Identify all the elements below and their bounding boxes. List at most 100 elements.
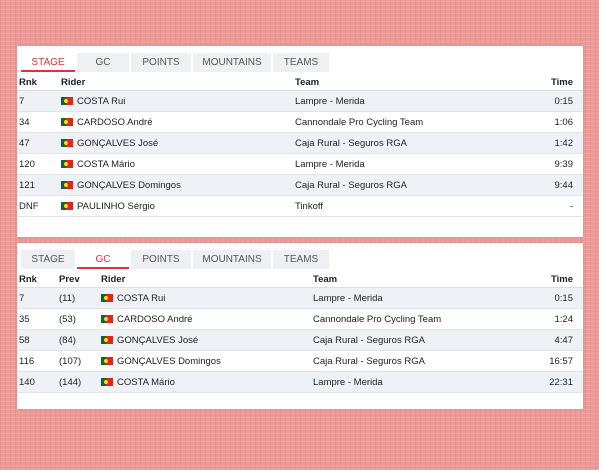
- tab-stage[interactable]: STAGE: [21, 250, 75, 269]
- rider-name[interactable]: CARDOSO André: [77, 117, 153, 128]
- team-cell[interactable]: Caja Rural - Seguros RGA: [313, 329, 513, 351]
- rider-name[interactable]: COSTA Mário: [117, 377, 175, 388]
- table-row[interactable]: 7 (11) COSTA Rui Lampre - Merida 0:15: [17, 287, 583, 309]
- team-cell[interactable]: Lampre - Merida: [313, 371, 513, 393]
- team-cell[interactable]: Caja Rural - Seguros RGA: [295, 174, 495, 196]
- team-cell[interactable]: Caja Rural - Seguros RGA: [295, 132, 495, 154]
- tab-gc[interactable]: GC: [77, 250, 129, 269]
- time-cell: 1:06: [495, 111, 583, 133]
- time-cell: 9:39: [495, 153, 583, 175]
- team-cell[interactable]: Lampre - Merida: [295, 90, 495, 112]
- tab-points[interactable]: POINTS: [131, 250, 191, 269]
- portugal-flag-icon: [101, 314, 113, 323]
- rank-cell: 34: [17, 111, 61, 133]
- time-cell: 16:57: [513, 350, 583, 372]
- rider-name[interactable]: CARDOSO André: [117, 314, 193, 325]
- portugal-flag-icon: [101, 377, 113, 386]
- team-cell[interactable]: Lampre - Merida: [295, 153, 495, 175]
- table-row[interactable]: 120 COSTA Mário Lampre - Merida 9:39: [17, 153, 583, 175]
- tab-bar: STAGE GC POINTS MOUNTAINS TEAMS: [17, 243, 583, 271]
- team-cell[interactable]: Cannondale Pro Cycling Team: [295, 111, 495, 133]
- tab-teams[interactable]: TEAMS: [273, 250, 329, 269]
- table-row[interactable]: 47 GONÇALVES José Caja Rural - Seguros RGA…: [17, 132, 583, 154]
- gc-results-panel: STAGE GC POINTS MOUNTAINS TEAMS Rnk Prev…: [17, 243, 583, 409]
- table-row[interactable]: DNF PAULINHO Sérgio Tinkoff -: [17, 195, 583, 217]
- rider-cell: GONÇALVES Domingos: [61, 174, 295, 196]
- team-cell[interactable]: Lampre - Merida: [313, 287, 513, 309]
- portugal-flag-icon: [101, 356, 113, 365]
- tab-teams[interactable]: TEAMS: [273, 53, 329, 72]
- rider-name[interactable]: GONÇALVES Domingos: [77, 180, 181, 191]
- gc-results-body: 7 (11) COSTA Rui Lampre - Merida 0:15 35 (53) C…: [17, 287, 583, 393]
- time-column-header: Time: [513, 271, 583, 288]
- team-cell[interactable]: Tinkoff: [295, 195, 495, 217]
- rank-cell: 116: [17, 350, 59, 372]
- prev-cell: (53): [59, 308, 101, 330]
- table-row[interactable]: 34 CARDOSO André Cannondale Pro Cycling Te…: [17, 111, 583, 133]
- time-column-header: Time: [495, 74, 583, 91]
- prev-cell: (107): [59, 350, 101, 372]
- rank-cell: 7: [17, 287, 59, 309]
- rider-name[interactable]: GONÇALVES José: [77, 138, 158, 149]
- time-cell: 1:42: [495, 132, 583, 154]
- rider-cell: COSTA Rui: [61, 90, 295, 112]
- table-row[interactable]: 121 GONÇALVES Domingos Caja Rural - Seguro…: [17, 174, 583, 196]
- stage-results-body: 7 COSTA Rui Lampre - Merida 0:15 34 CARDOSO A…: [17, 90, 583, 217]
- rank-cell: 120: [17, 153, 61, 175]
- prev-cell: (11): [59, 287, 101, 309]
- team-cell[interactable]: Cannondale Pro Cycling Team: [313, 308, 513, 330]
- rider-cell: PAULINHO Sérgio: [61, 195, 295, 217]
- table-header-row: Rnk Prev Rider Team Time: [17, 271, 583, 288]
- table-row[interactable]: 140 (144) COSTA Mário Lampre - Merida 22:31: [17, 371, 583, 393]
- gc-results-table: Rnk Prev Rider Team Time 7 (11) COSTA Rui L…: [17, 271, 583, 393]
- time-cell: 4:47: [513, 329, 583, 351]
- rank-cell: 35: [17, 308, 59, 330]
- time-cell: -: [495, 195, 583, 217]
- rider-name[interactable]: PAULINHO Sérgio: [77, 201, 155, 212]
- rider-name[interactable]: GONÇALVES Domingos: [117, 356, 221, 367]
- rider-cell: COSTA Rui: [101, 287, 313, 309]
- tab-mountains[interactable]: MOUNTAINS: [193, 250, 271, 269]
- rider-name[interactable]: COSTA Rui: [77, 96, 125, 107]
- portugal-flag-icon: [61, 96, 73, 105]
- team-cell[interactable]: Caja Rural - Seguros RGA: [313, 350, 513, 372]
- rider-cell: GONÇALVES José: [61, 132, 295, 154]
- time-cell: 9:44: [495, 174, 583, 196]
- prev-column-header: Prev: [59, 271, 101, 288]
- table-row[interactable]: 7 COSTA Rui Lampre - Merida 0:15: [17, 90, 583, 112]
- rank-column-header: Rnk: [17, 271, 59, 288]
- tab-gc[interactable]: GC: [77, 53, 129, 72]
- rank-cell: DNF: [17, 195, 61, 217]
- rider-cell: COSTA Mário: [61, 153, 295, 175]
- portugal-flag-icon: [61, 117, 73, 126]
- portugal-flag-icon: [61, 180, 73, 189]
- prev-cell: (84): [59, 329, 101, 351]
- time-cell: 0:15: [513, 287, 583, 309]
- rank-cell: 47: [17, 132, 61, 154]
- rider-cell: COSTA Mário: [101, 371, 313, 393]
- portugal-flag-icon: [61, 159, 73, 168]
- portugal-flag-icon: [101, 293, 113, 302]
- portugal-flag-icon: [61, 138, 73, 147]
- rider-name[interactable]: COSTA Mário: [77, 159, 135, 170]
- table-row[interactable]: 35 (53) CARDOSO André Cannondale Pro Cyclin…: [17, 308, 583, 330]
- rank-cell: 121: [17, 174, 61, 196]
- rank-cell: 7: [17, 90, 61, 112]
- table-row[interactable]: 58 (84) GONÇALVES José Caja Rural - Seguros…: [17, 329, 583, 351]
- time-cell: 1:24: [513, 308, 583, 330]
- time-cell: 0:15: [495, 90, 583, 112]
- prev-cell: (144): [59, 371, 101, 393]
- rider-cell: GONÇALVES José: [101, 329, 313, 351]
- rider-name[interactable]: COSTA Rui: [117, 293, 165, 304]
- rider-cell: GONÇALVES Domingos: [101, 350, 313, 372]
- table-row[interactable]: 116 (107) GONÇALVES Domingos Caja Rural - S…: [17, 350, 583, 372]
- team-column-header: Team: [313, 271, 513, 288]
- stage-results-table: Rnk Rider Team Time 7 COSTA Rui Lampre - M…: [17, 74, 583, 217]
- tab-stage[interactable]: STAGE: [21, 53, 75, 72]
- rider-cell: CARDOSO André: [101, 308, 313, 330]
- tab-points[interactable]: POINTS: [131, 53, 191, 72]
- tab-bar: STAGE GC POINTS MOUNTAINS TEAMS: [17, 46, 583, 74]
- rider-name[interactable]: GONÇALVES José: [117, 335, 198, 346]
- tab-mountains[interactable]: MOUNTAINS: [193, 53, 271, 72]
- rider-cell: CARDOSO André: [61, 111, 295, 133]
